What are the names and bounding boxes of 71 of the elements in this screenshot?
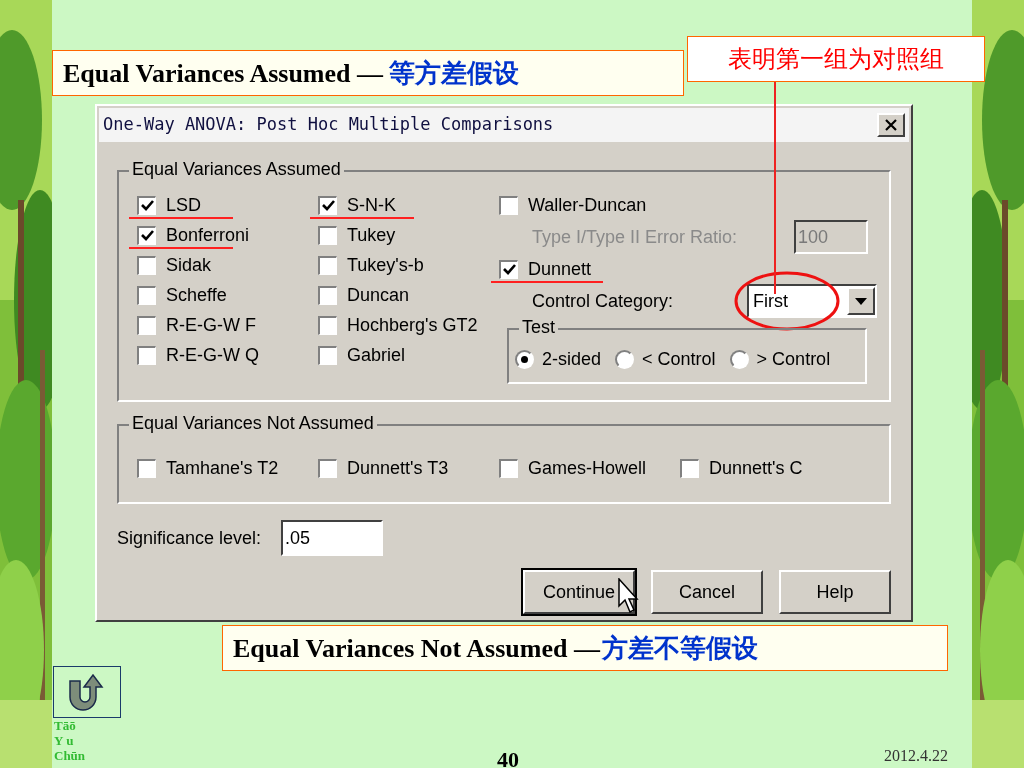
control-category-label: Control Category:: [532, 289, 674, 313]
checkbox[interactable]: [318, 315, 337, 335]
checkbox[interactable]: [318, 458, 337, 478]
checkmark-icon: [502, 264, 516, 275]
checkmark-icon: [321, 200, 335, 211]
checkbox[interactable]: [680, 458, 699, 478]
dialog-button[interactable]: Help: [779, 570, 891, 614]
checkbox-label: Gabriel: [347, 346, 406, 364]
radio-label: < Control: [642, 350, 716, 368]
slide-heading: Equal Variances Assumed — 等方差假设: [52, 50, 684, 96]
checkbox-label: Games-Howell: [528, 459, 647, 477]
callout-text: 表明第一组为对照组: [687, 36, 985, 82]
checkbox-label: Duncan: [347, 286, 410, 304]
checkbox[interactable]: [499, 195, 518, 215]
mouse-cursor-icon: [618, 578, 640, 614]
dropdown-arrow-icon: [855, 297, 867, 305]
logo-text: Tāō: [54, 718, 77, 733]
radio-button[interactable]: [729, 349, 749, 369]
checkbox[interactable]: [137, 285, 156, 305]
ratio-label: Type I/Type II Error Ratio:: [532, 225, 738, 249]
control-category-select[interactable]: First: [747, 284, 877, 318]
checkbox[interactable]: [318, 255, 337, 275]
checkmark-icon: [140, 230, 154, 241]
checkbox-label: Dunnett: [528, 260, 592, 278]
dialog-button[interactable]: Cancel: [651, 570, 763, 614]
checkbox[interactable]: [499, 458, 518, 478]
checkbox-label: Hochberg's GT2: [347, 316, 478, 334]
radio-button[interactable]: [615, 349, 635, 369]
checkbox-label: LSD: [166, 196, 201, 214]
radio-label: > Control: [756, 350, 831, 368]
group-label: Equal Variances Assumed: [129, 160, 344, 178]
checkbox-label: S-N-K: [347, 196, 396, 214]
checkbox-label: R-E-G-W F: [166, 316, 256, 334]
checkmark-icon: [140, 200, 154, 211]
checkbox[interactable]: [137, 225, 156, 245]
checkbox[interactable]: [318, 345, 337, 365]
checkbox-label: Scheffe: [166, 286, 227, 304]
return-button[interactable]: [53, 666, 121, 718]
radio-label: 2-sided: [542, 350, 602, 368]
checkbox-label: Waller-Duncan: [528, 196, 647, 214]
page-number: 40: [497, 746, 519, 768]
checkbox[interactable]: [137, 195, 156, 215]
group-label: Test: [519, 318, 558, 336]
dialog-button[interactable]: Continue: [523, 570, 635, 614]
checkbox[interactable]: [137, 315, 156, 335]
close-icon: [885, 119, 897, 131]
checkbox[interactable]: [137, 255, 156, 275]
checkbox-label: Tamhane's T2: [166, 459, 279, 477]
checkbox-label: Dunnett's C: [709, 459, 803, 477]
checkbox-label: Dunnett's T3: [347, 459, 449, 477]
checkbox[interactable]: [137, 345, 156, 365]
checkbox[interactable]: [318, 195, 337, 215]
radio-button[interactable]: [515, 349, 534, 369]
slide-date: 2012.4.22: [884, 746, 948, 766]
significance-field[interactable]: .05: [281, 520, 384, 556]
logo-text: Chūn: [54, 748, 86, 763]
checkbox-label: Bonferroni: [166, 226, 250, 244]
checkbox[interactable]: [137, 458, 156, 478]
window-title: One-Way ANOVA: Post Hoc Multiple Comparisons: [103, 113, 554, 137]
checkbox[interactable]: [318, 225, 337, 245]
checkbox[interactable]: [318, 285, 337, 305]
logo-text: Y u: [54, 733, 75, 748]
slide-heading: Equal Variances Not Assumed —方差不等假设: [222, 625, 948, 671]
checkbox-label: Tukey's-b: [347, 256, 424, 274]
checkbox-label: Tukey: [347, 226, 396, 244]
significance-label: Significance level:: [117, 526, 262, 550]
checkbox-label: R-E-G-W Q: [166, 346, 259, 364]
checkbox-label: Sidak: [166, 256, 212, 274]
group-label: Equal Variances Not Assumed: [129, 414, 377, 432]
checkbox[interactable]: [499, 259, 518, 279]
close-button[interactable]: [877, 113, 905, 137]
